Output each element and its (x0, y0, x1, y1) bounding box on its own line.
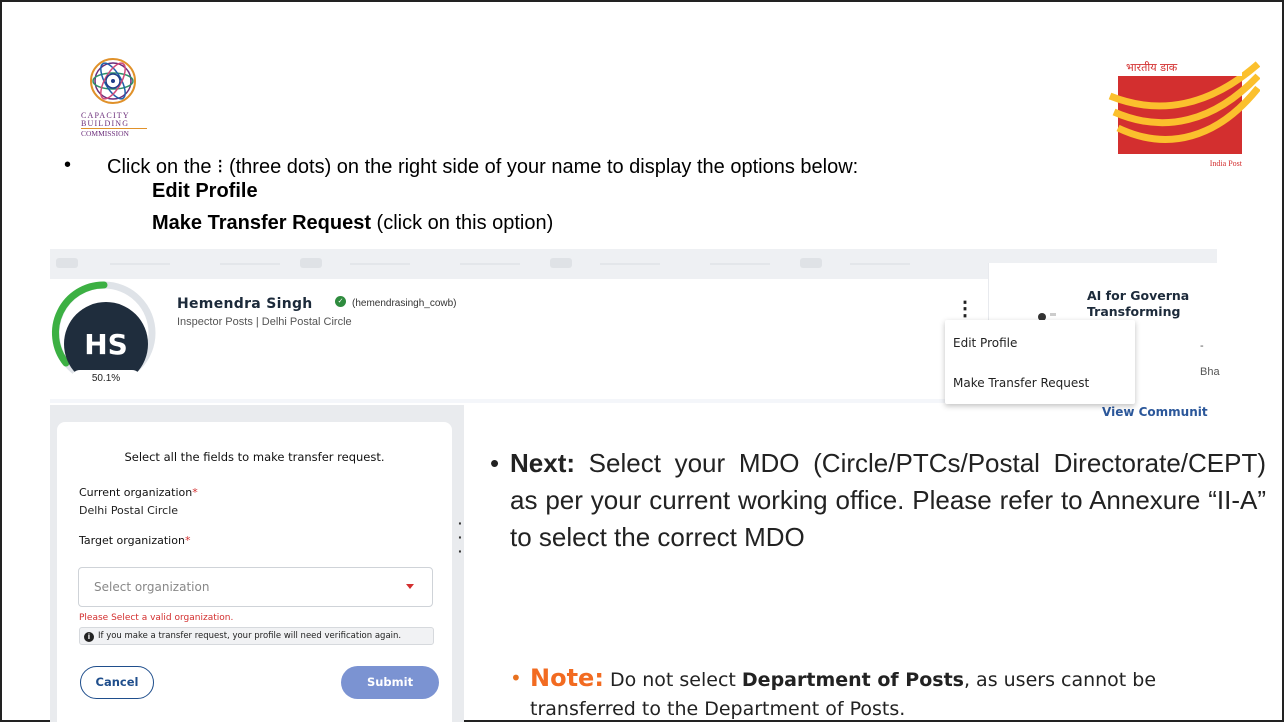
side-dots-icon: · · · (458, 515, 463, 559)
info-icon: i (84, 632, 94, 642)
next-instruction: • Next: Select your MDO (Circle/PTCs/Pos… (490, 448, 1266, 552)
verified-icon: ✓ (335, 296, 346, 307)
transfer-request-dialog: Select all the fields to make transfer r… (57, 422, 452, 722)
cbc-logo-text: CAPACITY BUILDING COMMISSION (81, 112, 147, 138)
note-instruction: • Note: Do not select Department of Post… (510, 664, 1157, 720)
cancel-button[interactable]: Cancel (80, 666, 154, 699)
menu-item-edit-profile[interactable]: Edit Profile (953, 336, 1017, 350)
course-dash: - (1200, 340, 1204, 352)
validation-error: Please Select a valid organization. (79, 613, 234, 623)
current-org-value: Delhi Postal Circle (79, 504, 179, 517)
india-post-logo: भारतीय डाक India Post (1100, 56, 1260, 172)
profile-username: (hemendrasingh_cowb) (352, 298, 457, 309)
profile-completion: 50.1% (71, 370, 141, 388)
course-snippet: Bha (1200, 366, 1220, 378)
instruction-option-transfer: Make Transfer Request (click on this opt… (152, 212, 554, 234)
three-dots-menu-icon[interactable]: ⋮ (955, 298, 975, 320)
menu-item-make-transfer-request[interactable]: Make Transfer Request (953, 376, 1089, 390)
target-org-select[interactable]: Select organization (78, 567, 433, 607)
target-org-label: Target organization* (79, 534, 191, 547)
transfer-form-screenshot: Select all the fields to make transfer r… (50, 405, 464, 722)
profile-role: Inspector Posts | Delhi Postal Circle (177, 316, 352, 328)
current-org-label: Current organization* (79, 486, 198, 499)
bullet: • (64, 154, 72, 176)
course-title: AI for Governa Transforming (1087, 288, 1190, 319)
slide: CAPACITY BUILDING COMMISSION भारतीय डाक … (0, 0, 1284, 722)
profile-name: Hemendra Singh (177, 296, 313, 312)
instruction-option-edit-profile: Edit Profile (152, 180, 258, 202)
instruction-text: Click on the ⁝ (three dots) on the right… (107, 156, 859, 178)
view-community-link[interactable]: View Communit (1102, 405, 1208, 419)
submit-request-button[interactable]: Submit request (341, 666, 439, 722)
info-notice: i If you make a transfer request, your pr… (79, 627, 434, 645)
dialog-title: Select all the fields to make transfer r… (124, 450, 385, 464)
chevron-down-icon (406, 584, 414, 589)
profile-options-menu: Edit Profile Make Transfer Request (945, 320, 1135, 404)
